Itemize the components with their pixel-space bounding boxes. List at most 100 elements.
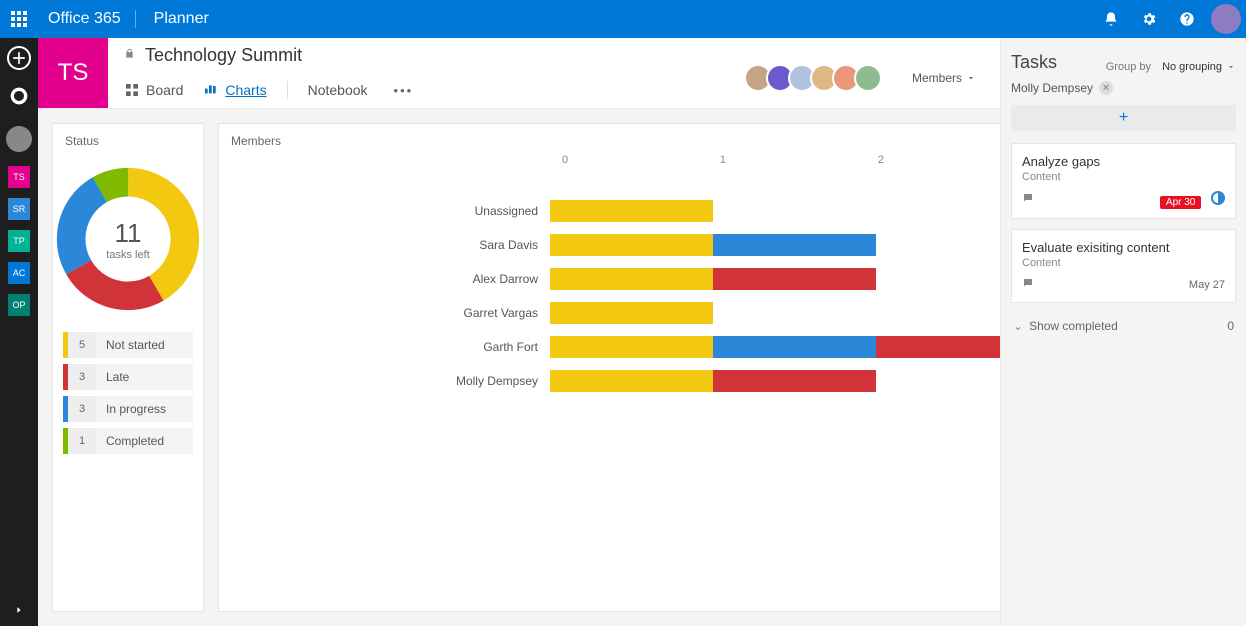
- plan-header: TS Technology Summit Board Charts: [38, 38, 1000, 109]
- bar-segment: [550, 336, 713, 358]
- suite-app-name[interactable]: Planner: [142, 10, 221, 28]
- stacked-bar: [550, 234, 876, 256]
- task-card[interactable]: Analyze gaps Content Apr 30: [1011, 143, 1236, 219]
- recent-plan-tile[interactable]: TS: [8, 166, 30, 188]
- suite-brand[interactable]: Office 365: [38, 10, 135, 28]
- status-legend: 5 Not started 3 Late 3 In progress: [53, 332, 203, 474]
- bar-segment: [713, 268, 876, 290]
- bar-segment: [550, 234, 713, 256]
- divider: [287, 81, 288, 99]
- left-rail: TS SR TP AC OP: [0, 38, 38, 626]
- clear-filter-icon[interactable]: ✕: [1099, 81, 1113, 95]
- tasks-left-label: tasks left: [106, 249, 149, 261]
- card-title: Members: [219, 124, 1000, 154]
- legend-label: Not started: [96, 332, 193, 358]
- bar-segment: [876, 336, 1000, 358]
- bar-segment: [550, 200, 713, 222]
- member-bar-row[interactable]: Alex Darrow: [219, 268, 1000, 290]
- stacked-bar: [550, 370, 876, 392]
- completed-count: 0: [1227, 319, 1234, 333]
- group-by-dropdown[interactable]: Group by No grouping: [1106, 61, 1236, 73]
- due-date: May 27: [1189, 279, 1225, 291]
- comment-icon: [1022, 192, 1034, 207]
- legend-count: 3: [68, 364, 96, 390]
- task-category: Content: [1022, 257, 1225, 269]
- stacked-bar: [550, 200, 713, 222]
- divider: [135, 10, 136, 28]
- stacked-bar: [550, 336, 1000, 358]
- legend-label: In progress: [96, 396, 193, 422]
- task-category: Content: [1022, 171, 1225, 183]
- card-title: Status: [53, 124, 203, 154]
- filter-member-name: Molly Dempsey: [1011, 81, 1093, 95]
- recent-plan-tile[interactable]: OP: [8, 294, 30, 316]
- legend-count: 3: [68, 396, 96, 422]
- member-bar-row[interactable]: Molly Dempsey: [219, 370, 1000, 392]
- legend-count: 1: [68, 428, 96, 454]
- legend-item[interactable]: 1 Completed: [63, 428, 193, 454]
- recent-plan-tile[interactable]: AC: [8, 262, 30, 284]
- chevron-down-icon: [1226, 62, 1236, 72]
- my-tasks-avatar[interactable]: [6, 126, 32, 152]
- member-bar-row[interactable]: Unassigned: [219, 200, 1000, 222]
- bar-segment: [550, 268, 713, 290]
- task-title: Analyze gaps: [1022, 154, 1225, 169]
- more-actions-icon[interactable]: •••: [388, 83, 420, 98]
- new-plan-icon[interactable]: [7, 46, 31, 70]
- stacked-bar: [550, 302, 713, 324]
- recent-plan-tile[interactable]: TP: [8, 230, 30, 252]
- member-bar-row[interactable]: Garth Fort: [219, 336, 1000, 358]
- members-card: Members 0 1 2 3 Unassigned Sara Davis Alex…: [218, 123, 1000, 612]
- task-title: Evaluate exisiting content: [1022, 240, 1225, 255]
- member-name: Unassigned: [219, 204, 550, 218]
- tab-notebook[interactable]: Notebook: [308, 82, 368, 98]
- legend-label: Late: [96, 364, 193, 390]
- tasks-left-count: 11: [115, 218, 142, 249]
- legend-item[interactable]: 3 In progress: [63, 396, 193, 422]
- member-name: Garth Fort: [219, 340, 550, 354]
- tab-label: Notebook: [308, 82, 368, 98]
- tab-charts[interactable]: Charts: [203, 82, 266, 98]
- group-by-value: No grouping: [1162, 61, 1222, 73]
- tab-board[interactable]: Board: [124, 82, 183, 98]
- add-task-button[interactable]: +: [1011, 105, 1236, 131]
- help-icon[interactable]: [1168, 0, 1206, 38]
- member-name: Alex Darrow: [219, 272, 550, 286]
- legend-item[interactable]: 5 Not started: [63, 332, 193, 358]
- user-avatar[interactable]: [1206, 0, 1246, 38]
- member-name: Sara Davis: [219, 238, 550, 252]
- private-plan-icon: [124, 48, 135, 62]
- axis-tick: 2: [878, 154, 884, 166]
- members-label: Members: [912, 71, 962, 85]
- bar-segment: [713, 234, 876, 256]
- member-name: Molly Dempsey: [219, 374, 550, 388]
- legend-count: 5: [68, 332, 96, 358]
- tab-label: Charts: [225, 82, 266, 98]
- member-name: Garret Vargas: [219, 306, 550, 320]
- due-date-badge: Apr 30: [1160, 196, 1201, 209]
- member-bar-row[interactable]: Sara Davis: [219, 234, 1000, 256]
- app-launcher-icon[interactable]: [0, 0, 38, 38]
- show-completed-label: Show completed: [1029, 319, 1118, 333]
- stacked-bar: [550, 268, 876, 290]
- legend-item[interactable]: 3 Late: [63, 364, 193, 390]
- bar-segment: [713, 336, 876, 358]
- expand-rail-icon[interactable]: [0, 594, 38, 626]
- recent-plan-tile[interactable]: SR: [8, 198, 30, 220]
- task-card[interactable]: Evaluate exisiting content Content May 2…: [1011, 229, 1236, 303]
- plan-title: Technology Summit: [145, 45, 302, 66]
- chevron-down-icon: ⌄: [1013, 319, 1023, 333]
- tasks-panel: Tasks Group by No grouping Molly Dempsey…: [1000, 38, 1246, 626]
- members-dropdown[interactable]: Members: [900, 38, 1000, 108]
- member-bar-row[interactable]: Garret Vargas: [219, 302, 1000, 324]
- members-avatar-strip[interactable]: [750, 38, 900, 108]
- settings-icon[interactable]: [1130, 0, 1168, 38]
- axis-tick: 1: [720, 154, 726, 166]
- bar-segment: [550, 370, 713, 392]
- show-completed-toggle[interactable]: ⌄ Show completed 0: [1011, 313, 1236, 339]
- planner-hub-icon[interactable]: [7, 84, 31, 108]
- chart-axis: 0 1 2 3: [565, 154, 1000, 168]
- legend-label: Completed: [96, 428, 193, 454]
- notifications-icon[interactable]: [1092, 0, 1130, 38]
- tasks-panel-title: Tasks: [1011, 52, 1057, 73]
